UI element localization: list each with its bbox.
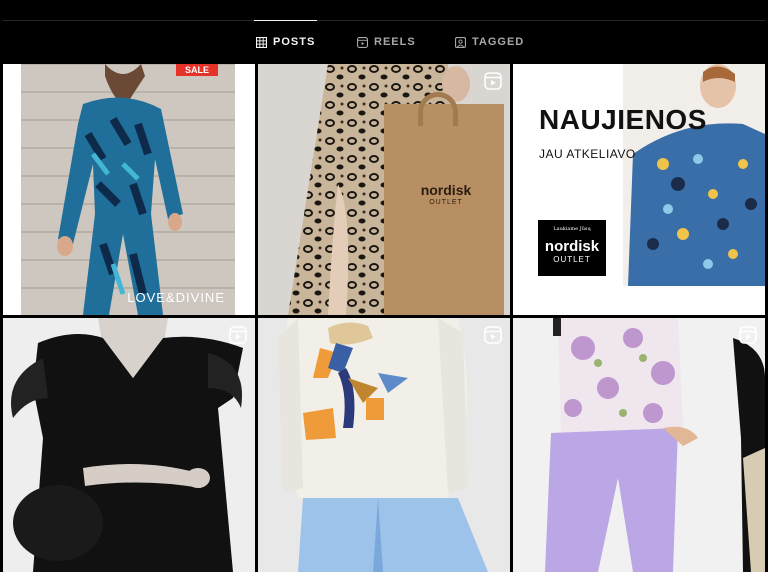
tab-tagged[interactable]: TAGGED	[455, 20, 524, 64]
grid-icon	[256, 36, 267, 48]
post-image	[278, 318, 488, 572]
reel-icon	[484, 326, 502, 344]
badge-tagline: Laukiame Jūsų	[553, 226, 591, 232]
post-tile[interactable]	[3, 318, 255, 572]
model-figure	[57, 64, 183, 315]
post-image	[11, 318, 243, 572]
tab-posts[interactable]: POSTS	[253, 20, 318, 64]
tab-reels-label: REELS	[374, 36, 416, 48]
tab-tagged-label: TAGGED	[472, 36, 525, 48]
post-image	[545, 318, 765, 572]
post-headline: NAUJIENOS	[539, 104, 707, 135]
tab-reels[interactable]: REELS	[357, 20, 416, 64]
model-figure	[628, 64, 765, 286]
shopping-bag	[384, 104, 504, 315]
tagged-icon	[455, 36, 466, 48]
post-tile[interactable]	[258, 318, 510, 572]
bag-handle	[418, 92, 458, 126]
post-tile[interactable]: NAUJIENOS JAU ATKELIAVO Laukiame Jūsų no…	[513, 64, 765, 315]
reel-icon	[484, 72, 502, 90]
post-subheadline: JAU ATKELIAVO	[539, 147, 636, 161]
badge-logo-sub: OUTLET	[553, 255, 591, 264]
reel-icon	[739, 326, 757, 344]
tab-posts-label: POSTS	[273, 36, 316, 48]
profile-tabs: POSTS REELS TAGGED	[0, 0, 768, 64]
bag-logo-sub: OUTLET	[429, 199, 463, 206]
bag-logo: nordisk OUTLET	[406, 182, 486, 206]
reel-icon	[229, 326, 247, 344]
sale-badge: SALE	[176, 64, 218, 76]
post-tile[interactable]: SALE LOVE&DIVINE	[3, 64, 255, 315]
post-watermark: LOVE&DIVINE	[127, 290, 225, 305]
nordisk-badge: Laukiame Jūsų nordisk OUTLET	[538, 220, 606, 276]
reels-icon	[357, 36, 368, 48]
bag-logo-text: nordisk	[420, 182, 472, 198]
badge-logo-text: nordisk	[544, 238, 600, 255]
posts-grid: SALE LOVE&DIVINE nordisk OUTLET NAUJIENO…	[0, 64, 768, 572]
post-tile[interactable]: nordisk OUTLET	[258, 64, 510, 315]
post-tile[interactable]	[513, 318, 765, 572]
